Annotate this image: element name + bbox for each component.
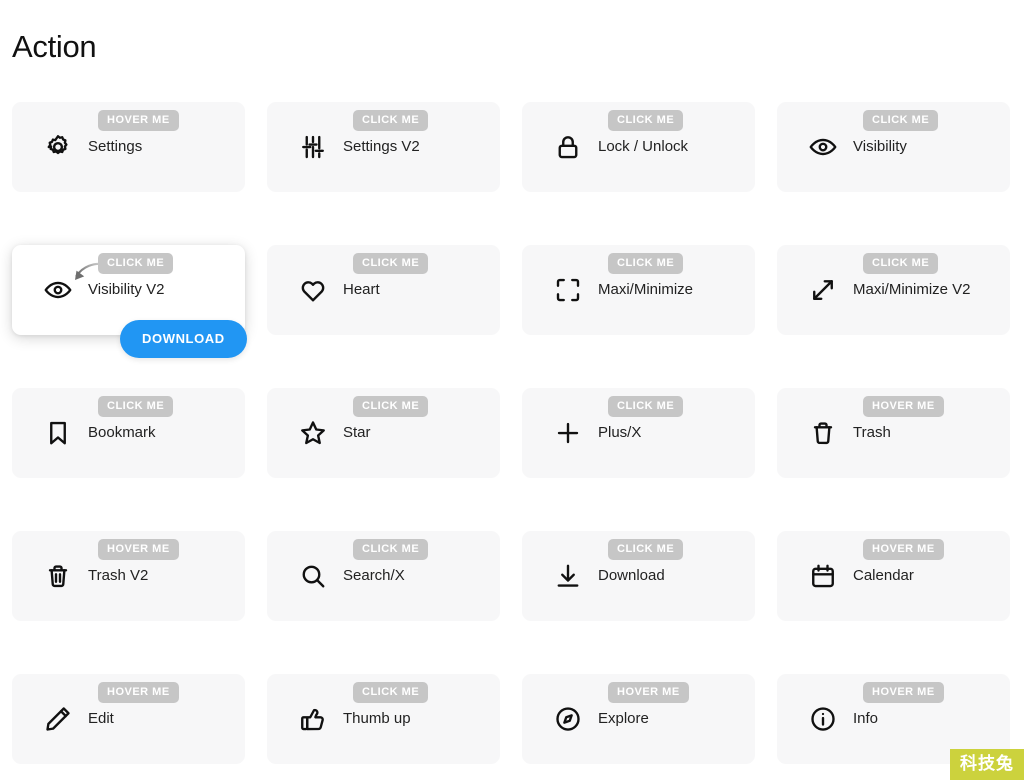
- lock-icon[interactable]: [552, 131, 584, 163]
- card-label: Lock / Unlock: [598, 138, 689, 155]
- action-card-explore[interactable]: HOVER ME Explore: [522, 674, 755, 764]
- card-badge: HOVER ME: [98, 682, 179, 703]
- action-card-trash[interactable]: HOVER ME Trash: [777, 388, 1010, 478]
- thumb-up-icon[interactable]: [297, 703, 329, 735]
- card-label: Star: [343, 424, 371, 441]
- card-badge: HOVER ME: [98, 110, 179, 131]
- card-label: Thumb up: [343, 710, 411, 727]
- trash-lines-icon[interactable]: [42, 560, 74, 592]
- card-badge: CLICK ME: [353, 682, 429, 703]
- card-badge: CLICK ME: [608, 110, 684, 131]
- card-badge: CLICK ME: [353, 253, 429, 274]
- action-card-visibility[interactable]: CLICK ME Visibility: [777, 102, 1010, 192]
- card-badge: CLICK ME: [98, 396, 174, 417]
- calendar-icon[interactable]: [807, 560, 839, 592]
- card-label: Search/X: [343, 567, 405, 584]
- fullscreen-icon[interactable]: [552, 274, 584, 306]
- watermark: 科技兔: [950, 749, 1024, 780]
- card-badge: HOVER ME: [863, 682, 944, 703]
- expand-arrows-icon[interactable]: [807, 274, 839, 306]
- card-badge: CLICK ME: [608, 396, 684, 417]
- card-label: Visibility V2: [88, 281, 165, 298]
- download-icon[interactable]: [552, 560, 584, 592]
- action-card-settings-v2[interactable]: CLICK ME Settings V2: [267, 102, 500, 192]
- card-label: Download: [598, 567, 665, 584]
- download-button[interactable]: DOWNLOAD: [120, 320, 247, 358]
- trash-icon[interactable]: [807, 417, 839, 449]
- action-card-bookmark[interactable]: CLICK ME Bookmark: [12, 388, 245, 478]
- action-card-heart[interactable]: CLICK ME Heart: [267, 245, 500, 335]
- action-card-visibility-v2[interactable]: CLICK ME Visibility V2 DOWNLOAD: [12, 245, 247, 358]
- action-icons-grid: HOVER ME Settings CLICK ME Settings V2 CLICK…: [12, 102, 1012, 764]
- card-badge: CLICK ME: [863, 110, 939, 131]
- card-badge: CLICK ME: [608, 539, 684, 560]
- card-label: Plus/X: [598, 424, 642, 441]
- info-icon[interactable]: [807, 703, 839, 735]
- card-badge: CLICK ME: [98, 253, 174, 274]
- card-label: Settings V2: [343, 138, 420, 155]
- card-label: Settings: [88, 138, 143, 155]
- card-label: Visibility: [853, 138, 907, 155]
- card-badge: HOVER ME: [608, 682, 689, 703]
- action-card-settings[interactable]: HOVER ME Settings: [12, 102, 245, 192]
- action-card-lock-unlock[interactable]: CLICK ME Lock / Unlock: [522, 102, 755, 192]
- card-badge: CLICK ME: [353, 110, 429, 131]
- card-badge: CLICK ME: [608, 253, 684, 274]
- gear-icon[interactable]: [42, 131, 74, 163]
- search-icon[interactable]: [297, 560, 329, 592]
- compass-icon[interactable]: [552, 703, 584, 735]
- card-badge: HOVER ME: [863, 396, 944, 417]
- sliders-icon[interactable]: [297, 131, 329, 163]
- action-card-maxi-minimize-v2[interactable]: CLICK ME Maxi/Minimize V2: [777, 245, 1010, 335]
- pencil-icon[interactable]: [42, 703, 74, 735]
- card-badge: HOVER ME: [863, 539, 944, 560]
- action-card-download[interactable]: CLICK ME Download: [522, 531, 755, 621]
- card-label: Explore: [598, 710, 649, 727]
- eye-icon[interactable]: [807, 131, 839, 163]
- action-card-maxi-minimize[interactable]: CLICK ME Maxi/Minimize: [522, 245, 755, 335]
- card-label: Edit: [88, 710, 114, 727]
- eye-icon[interactable]: [42, 274, 74, 306]
- page-title: Action: [12, 28, 97, 64]
- heart-icon[interactable]: [297, 274, 329, 306]
- bookmark-icon[interactable]: [42, 417, 74, 449]
- card-badge: CLICK ME: [353, 539, 429, 560]
- plus-icon[interactable]: [552, 417, 584, 449]
- card-label: Calendar: [853, 567, 914, 584]
- card-label: Trash: [853, 424, 891, 441]
- action-card-calendar[interactable]: HOVER ME Calendar: [777, 531, 1010, 621]
- card-label: Trash V2: [88, 567, 149, 584]
- star-icon[interactable]: [297, 417, 329, 449]
- card-badge: CLICK ME: [353, 396, 429, 417]
- card-label: Maxi/Minimize: [598, 281, 694, 298]
- action-card-trash-v2[interactable]: HOVER ME Trash V2: [12, 531, 245, 621]
- action-card-search-x[interactable]: CLICK ME Search/X: [267, 531, 500, 621]
- card-label: Info: [853, 710, 879, 727]
- card-label: Heart: [343, 281, 380, 298]
- card-label: Bookmark: [88, 424, 156, 441]
- action-card-edit[interactable]: HOVER ME Edit: [12, 674, 245, 764]
- card-badge: HOVER ME: [98, 539, 179, 560]
- action-card-thumb-up[interactable]: CLICK ME Thumb up: [267, 674, 500, 764]
- action-card-star[interactable]: CLICK ME Star: [267, 388, 500, 478]
- action-card-plus-x[interactable]: CLICK ME Plus/X: [522, 388, 755, 478]
- card-badge: CLICK ME: [863, 253, 939, 274]
- card-label: Maxi/Minimize V2: [853, 281, 971, 298]
